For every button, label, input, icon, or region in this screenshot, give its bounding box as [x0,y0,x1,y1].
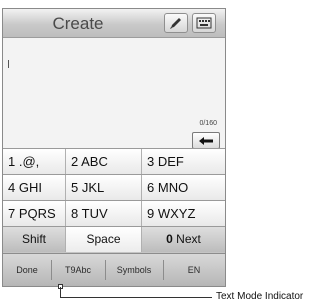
key-9[interactable]: 9 WXYZ [142,201,225,226]
symbols-softkey[interactable]: Symbols [107,263,161,277]
next-key[interactable]: 0 Next [142,227,225,252]
pen-icon [170,18,181,29]
left-arrow-icon [199,137,213,145]
function-key-row: Shift Space 0 Next [3,226,225,252]
divider [163,260,164,280]
key-8[interactable]: 8 TUV [66,201,142,226]
key-5[interactable]: 5 JKL [66,175,142,200]
keypad-row: 1 .@, 2 ABC 3 DEF [3,148,225,174]
key-4[interactable]: 4 GHI [3,175,66,200]
key-1[interactable]: 1 .@, [3,149,66,174]
key-3[interactable]: 3 DEF [142,149,225,174]
divider [51,260,52,280]
message-text-area[interactable]: 0/160 [3,38,225,149]
bottom-softkey-bar: Done T9Abc Symbols EN [3,253,225,286]
keypad: 1 .@, 2 ABC 3 DEF 4 GHI 5 JKL 6 MNO 7 PQ… [3,148,225,252]
phone-screen: Create 0/160 1 .@, 2 ABC 3 DEF 4 GHI 5 J… [2,8,226,287]
text-mode-indicator[interactable]: T9Abc [53,263,103,277]
backspace-button[interactable] [192,132,220,149]
done-softkey[interactable]: Done [5,263,49,277]
keypad-row: 7 PQRS 8 TUV 9 WXYZ [3,200,225,226]
divider [105,260,106,280]
space-key[interactable]: Space [66,227,142,252]
key-7[interactable]: 7 PQRS [3,201,66,226]
keyboard-button[interactable] [192,13,216,33]
character-counter: 0/160 [199,120,217,127]
callout-label: Text Mode Indicator [216,291,304,302]
callout-line [60,297,212,298]
keyboard-icon [196,17,212,29]
keypad-row: 4 GHI 5 JKL 6 MNO [3,174,225,200]
key-2[interactable]: 2 ABC [66,149,142,174]
text-cursor [8,60,9,68]
language-softkey[interactable]: EN [165,263,223,277]
key-6[interactable]: 6 MNO [142,175,225,200]
pen-button[interactable] [164,13,188,33]
title-bar: Create [3,9,225,38]
page-title: Create [52,14,104,33]
shift-key[interactable]: Shift [3,227,66,252]
